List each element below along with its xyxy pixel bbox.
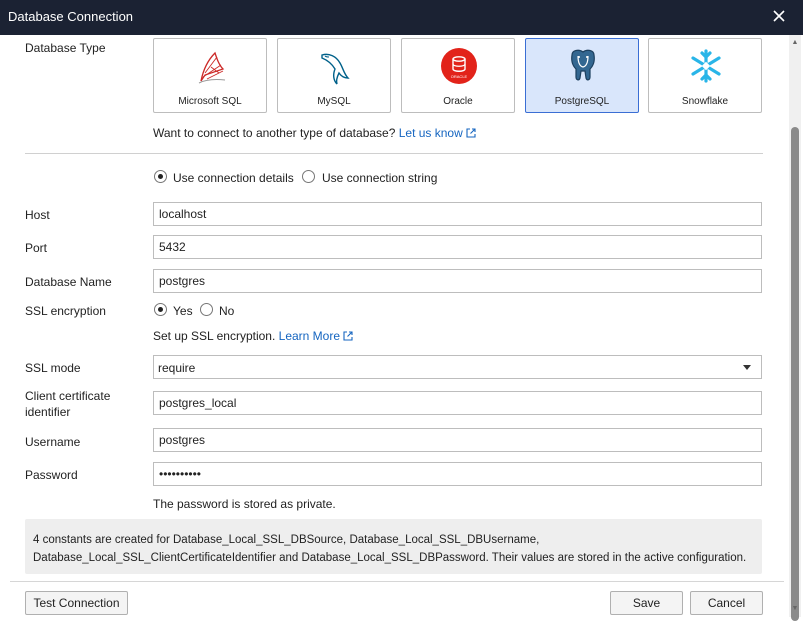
use-connection-string-radio[interactable] [302,170,315,183]
info-note: 4 constants are created for Database_Loc… [25,519,762,574]
window-title: Database Connection [8,9,134,24]
scroll-thumb[interactable] [791,127,799,621]
scroll-up-arrow-icon[interactable]: ▲ [789,37,801,49]
mysql-dolphin-icon [321,53,350,85]
use-connection-details-label: Use connection details [173,171,294,185]
host-input[interactable] [153,202,762,226]
host-label: Host [25,208,50,222]
tile-snowflake[interactable]: Snowflake [648,38,762,113]
port-input[interactable] [153,235,762,259]
tile-label: MySQL [317,96,351,107]
other-database-prompt: Want to connect to another type of datab… [153,126,476,140]
username-label: Username [25,435,81,449]
let-us-know-link[interactable]: Let us know [399,126,463,140]
ssl-mode-label: SSL mode [25,361,81,375]
external-link-icon [343,331,353,341]
username-input[interactable] [153,428,762,452]
oracle-icon: ORACLE [441,48,477,84]
oracle-icon-caption: ORACLE [451,74,468,79]
ssl-setup-text: Set up SSL encryption. [153,329,276,343]
postgresql-elephant-icon [571,49,595,81]
section-divider [25,153,763,154]
external-link-icon [466,128,476,138]
tile-label: Microsoft SQL [178,96,242,107]
use-connection-details-radio[interactable] [154,170,167,183]
microsoft-sql-icon [198,51,226,84]
chevron-down-icon [743,365,751,370]
database-name-input[interactable] [153,269,762,293]
tile-postgresql[interactable]: PostgreSQL [525,38,639,113]
tile-label: PostgreSQL [554,96,610,107]
close-icon [773,10,785,22]
tile-label: Snowflake [681,96,729,107]
snowflake-icon [691,49,721,83]
ssl-encryption-label: SSL encryption [25,304,106,318]
password-note: The password is stored as private. [153,497,336,511]
tile-label: Oracle [443,96,473,107]
tile-microsoft-sql[interactable]: Microsoft SQL [153,38,267,113]
ssl-setup-prompt: Set up SSL encryption. Learn More [153,329,353,343]
client-certificate-label-line2: identifier [25,405,71,419]
learn-more-link[interactable]: Learn More [279,329,340,343]
other-database-text: Want to connect to another type of datab… [153,126,396,140]
cancel-button[interactable]: Cancel [690,591,763,615]
use-connection-string-label: Use connection string [322,171,438,185]
save-button[interactable]: Save [610,591,683,615]
ssl-yes-radio[interactable] [154,303,167,316]
ssl-mode-value: require [158,361,196,375]
info-note-line2: Database_Local_SSL_ClientCertificateIden… [33,552,747,564]
title-bar: Database Connection [0,0,803,35]
ssl-no-radio[interactable] [200,303,213,316]
ssl-mode-select[interactable]: require [153,355,762,379]
close-button[interactable] [771,8,787,24]
info-note-text: 4 constants are created for Database_Loc… [33,531,758,567]
database-name-label: Database Name [25,275,112,289]
tile-mysql[interactable]: MySQL [277,38,391,113]
test-connection-button[interactable]: Test Connection [25,591,128,615]
password-label: Password [25,468,78,482]
vertical-scrollbar[interactable]: ▲ ▼ [789,35,801,621]
footer-divider [10,581,784,582]
ssl-yes-label: Yes [173,304,193,318]
port-label: Port [25,241,48,255]
ssl-no-label: No [219,304,235,318]
client-certificate-input[interactable] [153,391,762,415]
client-certificate-label-line1: Client certificate [25,389,111,403]
info-note-line1: 4 constants are created for Database_Loc… [33,534,540,546]
password-input[interactable] [153,462,762,486]
scroll-down-arrow-icon[interactable]: ▼ [789,603,801,615]
database-type-label: Database Type [25,41,106,55]
tile-oracle[interactable]: ORACLE Oracle [401,38,515,113]
